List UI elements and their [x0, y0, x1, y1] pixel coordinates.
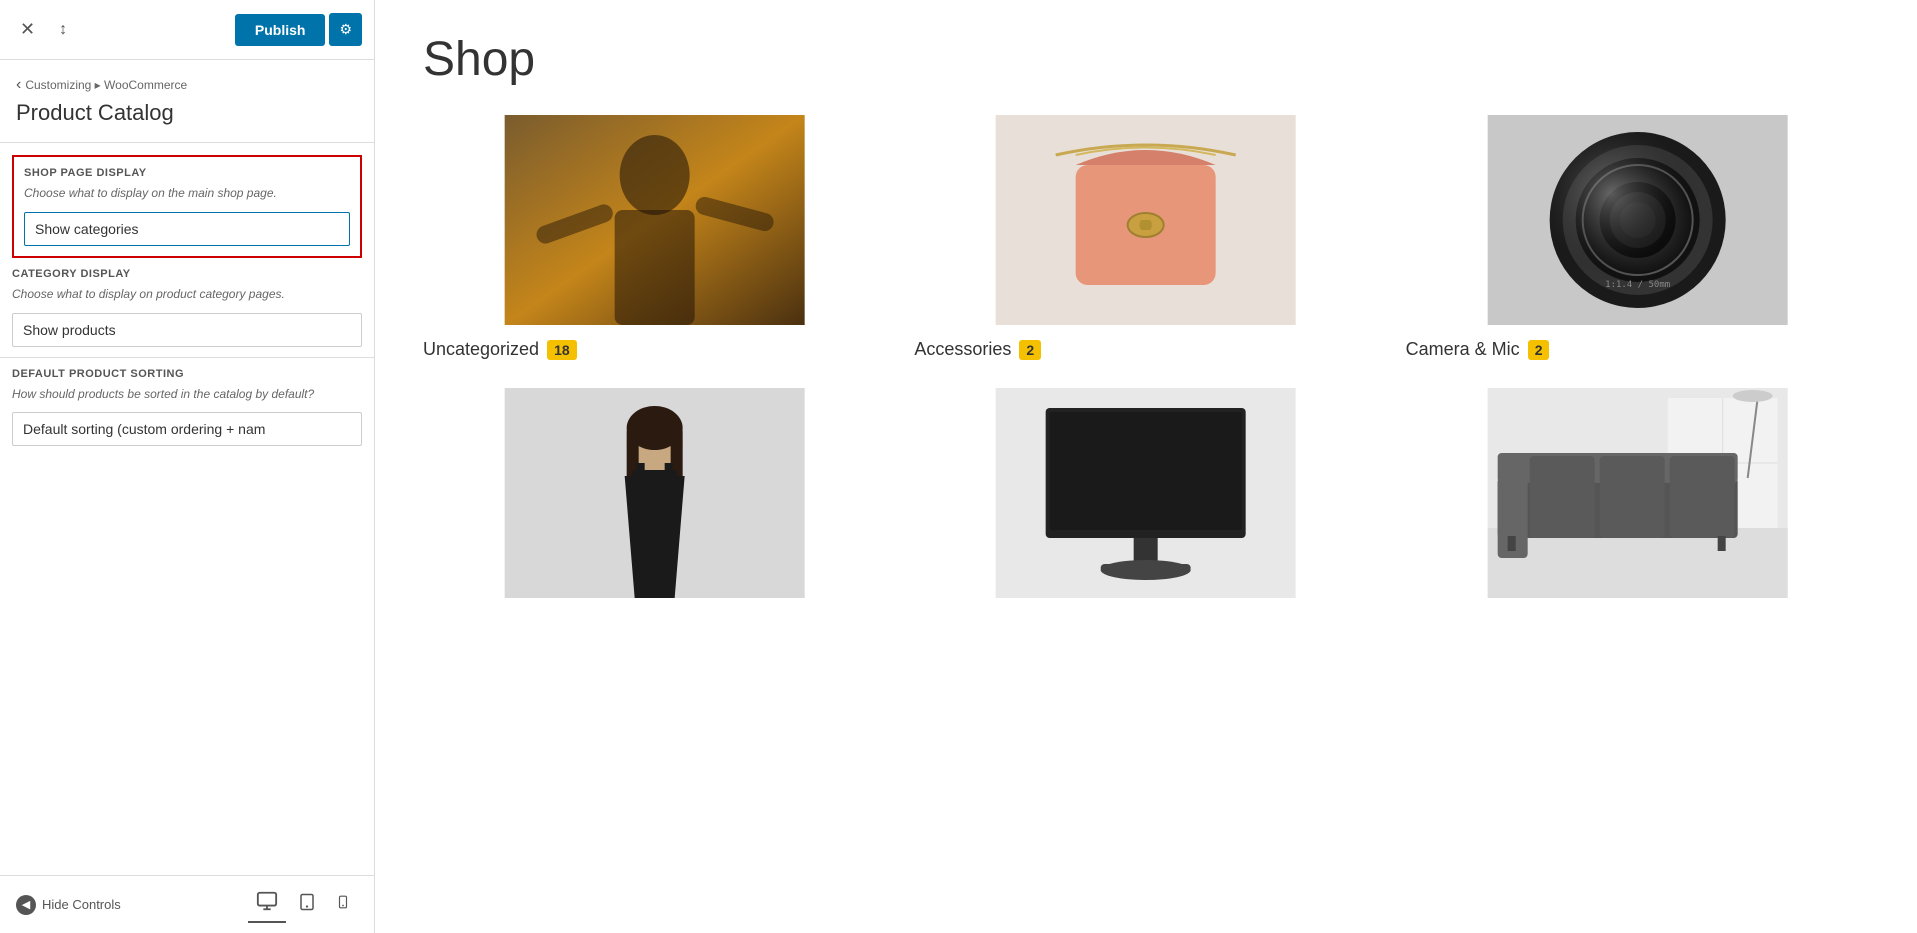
reorder-button[interactable]: ↕: [51, 17, 75, 43]
shop-page-display-section: SHOP PAGE DISPLAY Choose what to display…: [12, 155, 362, 258]
breadcrumb: Customizing ▸ WooCommerce: [25, 78, 187, 92]
back-icon: ‹: [16, 76, 21, 94]
hide-controls-icon: ◀: [16, 895, 36, 915]
close-button[interactable]: ✕: [12, 15, 43, 44]
product-image-accessories: [914, 115, 1377, 325]
product-card[interactable]: [914, 388, 1377, 612]
toolbar: ✕ ↕ Publish ⚙: [0, 0, 374, 60]
svg-text:1:1.4 / 50mm: 1:1.4 / 50mm: [1605, 280, 1670, 290]
device-icons: [248, 886, 358, 923]
product-name-camera: Camera & Mic 2: [1406, 339, 1869, 360]
shop-page-display-desc: Choose what to display on the main shop …: [24, 185, 350, 202]
back-button[interactable]: ‹: [16, 76, 21, 94]
product-image-uncategorized: [423, 115, 886, 325]
category-display-select[interactable]: Show products Show subcategories Show bo…: [12, 313, 362, 347]
left-panel: ✕ ↕ Publish ⚙ ‹ Customizing ▸ WooCommerc…: [0, 0, 375, 933]
product-card[interactable]: [423, 388, 886, 612]
product-name-uncategorized: Uncategorized 18: [423, 339, 886, 360]
product-image-dress: [423, 388, 886, 598]
product-grid: Uncategorized 18: [423, 115, 1869, 612]
desktop-device-button[interactable]: [248, 886, 286, 923]
publish-button[interactable]: Publish: [235, 14, 326, 46]
product-badge-uncategorized: 18: [547, 340, 577, 360]
default-sorting-desc: How should products be sorted in the cat…: [12, 386, 362, 403]
product-name-accessories: Accessories 2: [914, 339, 1377, 360]
breadcrumb-section: ‹ Customizing ▸ WooCommerce: [0, 60, 374, 100]
shop-title: Shop: [423, 32, 1869, 87]
bottom-bar: ◀ Hide Controls: [0, 875, 374, 933]
category-display-section: CATEGORY DISPLAY Choose what to display …: [0, 258, 374, 357]
default-sorting-select[interactable]: Default sorting (custom ordering + nam S…: [12, 412, 362, 446]
category-display-label: CATEGORY DISPLAY: [12, 268, 362, 280]
default-sorting-section: DEFAULT PRODUCT SORTING How should produ…: [0, 358, 374, 457]
default-sorting-label: DEFAULT PRODUCT SORTING: [12, 368, 362, 380]
product-image-monitor: [914, 388, 1377, 598]
product-image-camera: 1:1.4 / 50mm: [1406, 115, 1869, 325]
product-card[interactable]: Uncategorized 18: [423, 115, 886, 360]
settings-button[interactable]: ⚙: [329, 13, 362, 46]
product-card[interactable]: [1406, 388, 1869, 612]
panel-title: Product Catalog: [0, 100, 374, 142]
product-badge-accessories: 2: [1019, 340, 1041, 360]
tablet-device-button[interactable]: [290, 887, 324, 922]
mobile-device-button[interactable]: [328, 887, 358, 922]
product-card[interactable]: Accessories 2: [914, 115, 1377, 360]
product-card[interactable]: 1:1.4 / 50mm Camera & Mic 2: [1406, 115, 1869, 360]
right-panel: Shop: [375, 0, 1917, 933]
shop-page-display-select[interactable]: Show categories Show products Show both: [24, 212, 350, 246]
product-badge-camera: 2: [1528, 340, 1550, 360]
hide-controls-button[interactable]: ◀ Hide Controls: [16, 895, 121, 915]
category-display-desc: Choose what to display on product catego…: [12, 286, 362, 303]
shop-page-display-label: SHOP PAGE DISPLAY: [24, 167, 350, 179]
product-image-sofa: [1406, 388, 1869, 598]
panel-content: SHOP PAGE DISPLAY Choose what to display…: [0, 143, 374, 875]
hide-controls-label: Hide Controls: [42, 897, 121, 912]
